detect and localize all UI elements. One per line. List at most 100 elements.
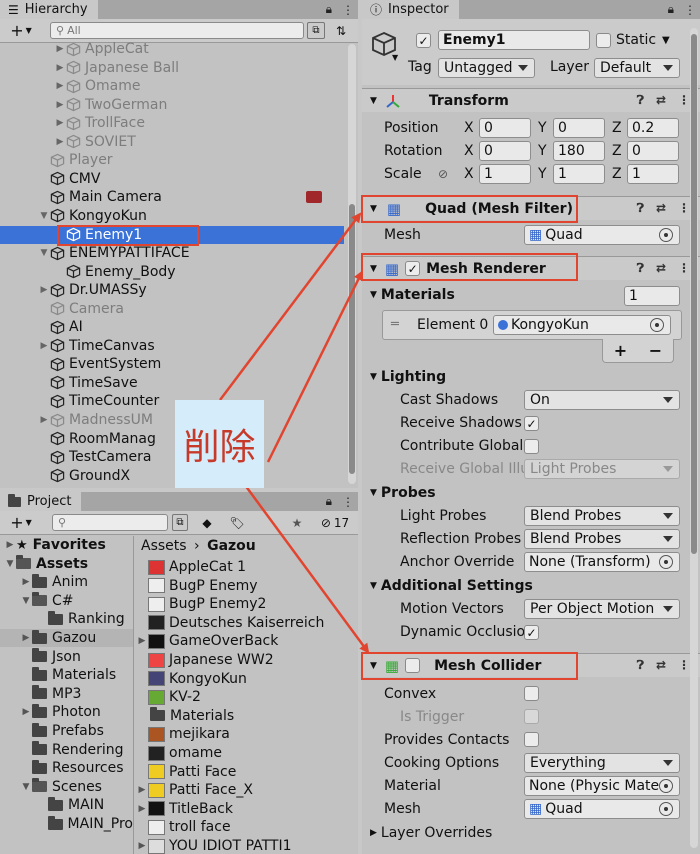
materials-count-field[interactable]: 1 xyxy=(624,286,680,306)
constrain-proportions-icon[interactable]: ⊘ xyxy=(438,167,448,181)
asset-item[interactable]: Japanese WW2 xyxy=(136,651,350,669)
asset-item[interactable]: AppleCat 1 xyxy=(136,558,350,576)
foldout-arrow-icon[interactable]: ▶ xyxy=(54,118,66,128)
rotation-z-field[interactable]: 0 xyxy=(627,141,679,161)
asset-item[interactable]: BugP Enemy xyxy=(136,577,350,595)
hierarchy-item[interactable]: ▶ TimeCanvas xyxy=(0,337,344,355)
foldout-arrow-icon[interactable]: ▶ xyxy=(4,540,16,550)
hierarchy-item[interactable]: GroundX xyxy=(0,467,344,485)
light-probes-dropdown[interactable]: Blend Probes xyxy=(524,506,680,526)
hierarchy-scrollbar[interactable] xyxy=(348,44,356,484)
foldout-arrow-icon[interactable]: ▼ xyxy=(38,248,50,258)
project-folder-item[interactable]: MAIN xyxy=(0,796,133,814)
more-menu-icon[interactable]: ⋮ xyxy=(684,3,696,17)
project-folder-item[interactable]: MAIN_Pro xyxy=(0,815,133,833)
reflection-probes-dropdown[interactable]: Blend Probes xyxy=(524,529,680,549)
hierarchy-item[interactable]: ▶ Omame xyxy=(0,77,344,95)
hierarchy-item[interactable]: TestCamera xyxy=(0,448,344,466)
remove-element-button[interactable]: − xyxy=(649,341,662,360)
hierarchy-item[interactable]: Player xyxy=(0,151,344,169)
project-folder-item[interactable]: ▼ C# xyxy=(0,592,133,610)
foldout-arrow-icon[interactable]: ▶ xyxy=(38,285,50,295)
position-axis-label[interactable]: Y xyxy=(538,120,547,136)
scale-y-field[interactable]: 1 xyxy=(553,164,605,184)
sort-icon[interactable]: ⇅ xyxy=(332,22,350,39)
context-menu-icon[interactable]: ⋮ xyxy=(678,93,690,108)
mesh-renderer-header[interactable]: ▼ ▦ ✓ Mesh Renderer ❓︎ ⇄ ⋮ xyxy=(362,256,700,280)
foldout-arrow-icon[interactable]: ▼ xyxy=(38,211,50,221)
preset-icon[interactable]: ⇄ xyxy=(656,261,666,276)
receive-shadows-checkbox[interactable]: ✓ xyxy=(524,416,539,431)
rotation-axis-label[interactable]: Y xyxy=(538,143,547,159)
asset-item[interactable]: Deutsches Kaiserreich xyxy=(136,614,350,632)
more-menu-icon[interactable]: ⋮ xyxy=(342,495,354,509)
hierarchy-item[interactable]: ▶ TrollFace xyxy=(0,114,344,132)
collider-mesh-field[interactable]: ▦ Quad xyxy=(524,799,680,819)
project-folder-item[interactable]: ▶ Photon xyxy=(0,703,133,721)
hierarchy-item[interactable]: ▶ TwoGerman xyxy=(0,96,344,114)
project-folder-item[interactable]: Resources xyxy=(0,759,133,777)
hierarchy-item[interactable]: CMV xyxy=(0,170,344,188)
mesh-filter-mesh-field[interactable]: ▦ Quad xyxy=(524,225,680,245)
cast-shadows-dropdown[interactable]: On xyxy=(524,390,680,410)
physic-material-field[interactable]: None (Physic Materi xyxy=(524,776,680,796)
inspector-scroll-thumb[interactable] xyxy=(691,34,697,554)
filter-by-type-icon[interactable]: ◆ xyxy=(198,514,216,531)
foldout-arrow-icon[interactable]: ▼ xyxy=(20,596,32,606)
foldout-arrow-icon[interactable]: ▶ xyxy=(38,415,50,425)
object-picker-icon[interactable] xyxy=(659,802,673,816)
rotation-axis-label[interactable]: X xyxy=(464,143,474,159)
asset-item[interactable]: Patti Face xyxy=(136,763,350,781)
foldout-arrow-icon[interactable]: ▶ xyxy=(136,841,148,851)
asset-item[interactable]: mejikara xyxy=(136,725,350,743)
convex-checkbox[interactable] xyxy=(524,686,539,701)
object-name-field[interactable]: Enemy1 xyxy=(438,30,590,50)
asset-item[interactable]: ▶ GameOverBack xyxy=(136,632,350,650)
probes-foldout[interactable]: ▼ Probes xyxy=(370,485,436,501)
hierarchy-item[interactable]: TimeSave xyxy=(0,374,344,392)
mesh-filter-header[interactable]: ▼ ▦ Quad (Mesh Filter) ❓︎ ⇄ ⋮ xyxy=(362,196,700,220)
project-folder-item[interactable]: ▶ ★ Favorites xyxy=(0,536,133,554)
inspector-scrollbar[interactable] xyxy=(690,28,698,848)
hierarchy-item[interactable]: Enemy_Body xyxy=(0,263,344,281)
foldout-arrow-icon[interactable]: ▶ xyxy=(54,100,66,110)
lock-icon[interactable]: 🔒︎ xyxy=(326,2,332,17)
hierarchy-item[interactable]: TimeCounter xyxy=(0,392,344,410)
dynamic-occlusion-checkbox[interactable]: ✓ xyxy=(524,625,539,640)
element-0-field[interactable]: KongyoKun xyxy=(493,315,671,335)
hierarchy-tab[interactable]: ☰ Hierarchy xyxy=(0,0,98,19)
mesh-collider-header[interactable]: ▼ ▦ Mesh Collider ❓︎ ⇄ ⋮ xyxy=(362,653,700,677)
motion-vectors-dropdown[interactable]: Per Object Motion xyxy=(524,599,680,619)
asset-item[interactable]: omame xyxy=(136,744,350,762)
hierarchy-scroll-thumb[interactable] xyxy=(349,204,355,474)
asset-item[interactable]: KV-2 xyxy=(136,688,350,706)
hierarchy-item[interactable]: ▼ KongyoKun xyxy=(0,207,344,225)
hidden-packages-toggle[interactable]: ⊘ 17 xyxy=(316,514,354,531)
foldout-arrow-icon[interactable]: ▶ xyxy=(136,636,148,646)
static-checkbox[interactable] xyxy=(596,33,611,48)
lighting-foldout[interactable]: ▼ Lighting xyxy=(370,369,446,385)
mesh-renderer-enabled-checkbox[interactable]: ✓ xyxy=(405,261,421,276)
project-folder-item[interactable]: Materials xyxy=(0,666,133,684)
object-picker-icon[interactable] xyxy=(650,318,664,332)
hierarchy-item[interactable]: RoomManag xyxy=(0,430,344,448)
context-menu-icon[interactable]: ⋮ xyxy=(678,261,690,276)
foldout-arrow-icon[interactable]: ▶ xyxy=(54,81,66,91)
provides-contacts-checkbox[interactable] xyxy=(524,732,539,747)
foldout-arrow-icon[interactable]: ▶ xyxy=(38,341,50,351)
foldout-arrow-icon[interactable]: ▼ xyxy=(4,559,16,569)
hierarchy-search-input[interactable]: ⚲ All xyxy=(50,22,304,39)
static-dropdown-arrow[interactable]: ▼ xyxy=(662,35,670,46)
mesh-collider-enabled-checkbox[interactable] xyxy=(405,658,421,673)
project-folder-item[interactable]: Json xyxy=(0,648,133,666)
foldout-arrow-icon[interactable]: ▶ xyxy=(136,785,148,795)
hierarchy-item[interactable]: ▶ MadnessUM xyxy=(0,411,344,429)
breadcrumb-gazou[interactable]: Gazou xyxy=(207,538,256,554)
asset-item[interactable]: Materials xyxy=(136,707,350,725)
create-asset-button[interactable]: + ▼ xyxy=(6,513,36,532)
context-menu-icon[interactable]: ⋮ xyxy=(678,201,690,216)
preset-icon[interactable]: ⇄ xyxy=(656,201,666,216)
asset-item[interactable]: ▶ Patti Face_X xyxy=(136,781,350,799)
project-folder-item[interactable]: ▶ Anim xyxy=(0,573,133,591)
project-folder-item[interactable]: Rendering xyxy=(0,741,133,759)
